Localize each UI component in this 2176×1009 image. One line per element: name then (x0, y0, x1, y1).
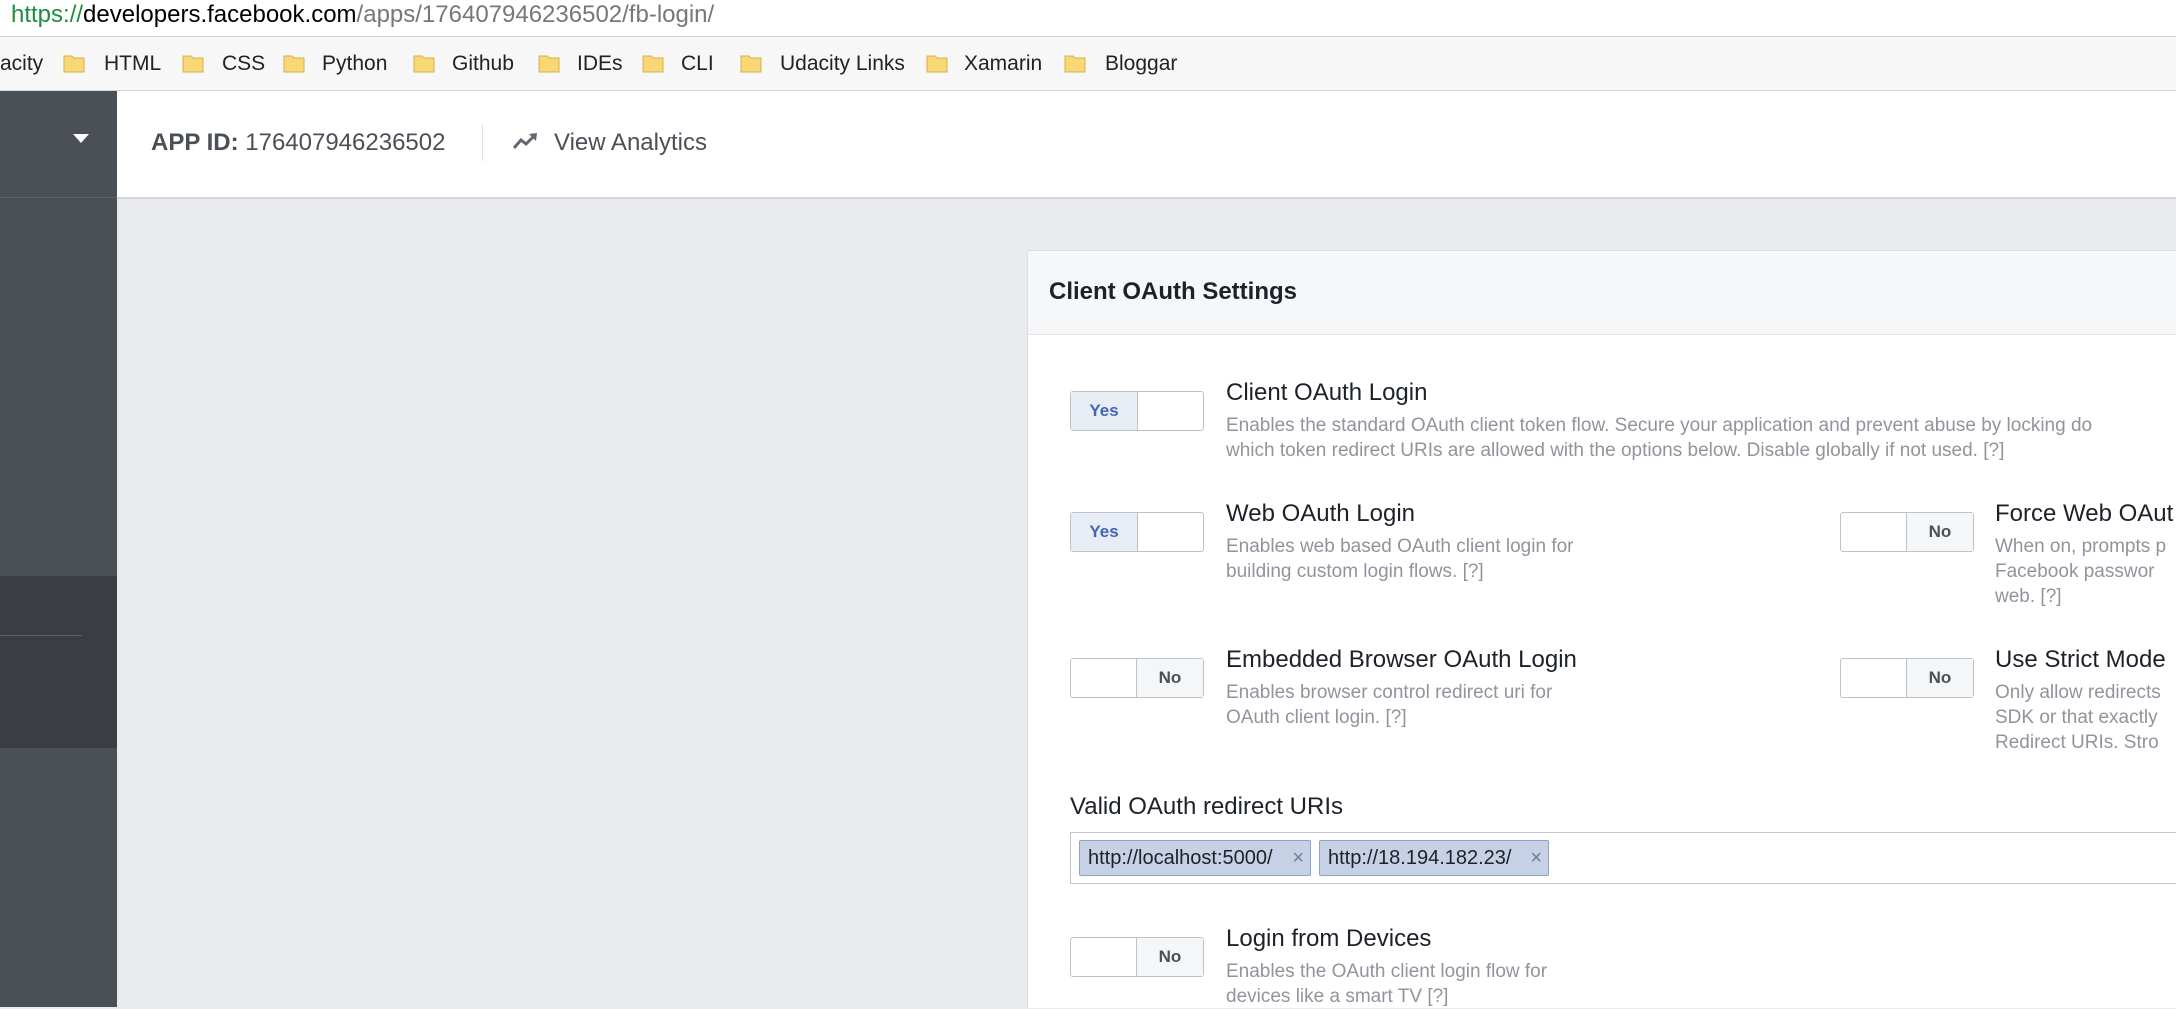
toggle-state: Yes (1071, 392, 1138, 430)
toggle-state: No (1136, 938, 1203, 976)
bookmark-python[interactable]: Python (322, 51, 387, 77)
url-scheme: https:// (11, 1, 84, 28)
toggle-state: No (1906, 659, 1973, 697)
trending-up-icon[interactable] (512, 131, 538, 156)
option-description: SDK or that exactly (1995, 707, 2158, 728)
option-description: devices like a smart TV [?] (1226, 986, 1449, 1007)
folder-icon (182, 52, 204, 74)
url-host: developers.facebook.com (83, 1, 357, 28)
option-title: Web OAuth Login (1226, 500, 1416, 527)
strict-mode-toggle[interactable]: No (1840, 658, 1974, 698)
web-oauth-login-toggle[interactable]: Yes (1070, 512, 1204, 552)
uri-token[interactable]: http://18.194.182.23/ × (1319, 840, 1549, 876)
option-title: Use Strict Mode (1995, 646, 2166, 673)
folder-icon (926, 52, 948, 74)
uri-token-text: http://localhost:5000/ (1088, 847, 1273, 869)
folder-icon (413, 52, 435, 74)
option-description: Enables the OAuth client login flow for (1226, 961, 1548, 982)
toggle-state: Yes (1071, 513, 1138, 551)
app-id-label: APP ID: (151, 129, 239, 156)
option-description: Redirect URIs. Stro (1995, 732, 2159, 753)
option-title: Force Web OAut (1995, 500, 2174, 527)
toggle-state: No (1906, 513, 1973, 551)
app-switcher[interactable] (0, 91, 117, 198)
app-header: APP ID: 176407946236502 View Analytics (117, 91, 2176, 199)
force-web-oauth-toggle[interactable]: No (1840, 512, 1974, 552)
option-description: web. [?] (1995, 586, 2062, 607)
redirect-uris-label: Valid OAuth redirect URIs (1070, 793, 1343, 820)
embedded-browser-oauth-toggle[interactable]: No (1070, 658, 1204, 698)
app-id: APP ID: 176407946236502 (151, 129, 445, 157)
option-description: Enables browser control redirect uri for (1226, 682, 1553, 703)
folder-icon (283, 52, 305, 74)
redirect-uris-input[interactable]: http://localhost:5000/ × http://18.194.1… (1070, 832, 2176, 884)
remove-icon[interactable]: × (1530, 841, 1542, 875)
bookmark-html[interactable]: HTML (104, 51, 161, 77)
sidebar (0, 91, 117, 1007)
option-title: Login from Devices (1226, 925, 1432, 952)
uri-token[interactable]: http://localhost:5000/ × (1079, 840, 1311, 876)
bookmark-udacity-links[interactable]: Udacity Links (780, 51, 905, 77)
folder-icon (740, 52, 762, 74)
toggle-state: No (1136, 659, 1203, 697)
bookmark-xamarin[interactable]: Xamarin (964, 51, 1042, 77)
folder-icon (63, 52, 85, 74)
option-description: Enables the standard OAuth client token … (1226, 415, 2093, 436)
option-description: When on, prompts p (1995, 536, 2167, 557)
login-from-devices-toggle[interactable]: No (1070, 937, 1204, 977)
caret-down-icon[interactable] (73, 134, 89, 143)
bookmark-bloggar[interactable]: Bloggar (1105, 51, 1177, 77)
folder-icon (1064, 52, 1086, 74)
card-title: Client OAuth Settings (1049, 278, 1297, 305)
option-description: Enables web based OAuth client login for (1226, 536, 1574, 557)
app-id-value: 176407946236502 (245, 129, 446, 156)
option-description: OAuth client login. [?] (1226, 707, 1407, 728)
option-title: Embedded Browser OAuth Login (1226, 646, 1577, 673)
folder-icon (538, 52, 560, 74)
option-description: which token redirect URIs are allowed wi… (1226, 440, 2005, 461)
address-bar[interactable]: https://developers.facebook.com/apps/176… (0, 0, 2176, 37)
url-path: /apps/176407946236502/fb-login/ (356, 1, 715, 28)
bookmark-css[interactable]: CSS (222, 51, 265, 77)
option-description: building custom login flows. [?] (1226, 561, 1484, 582)
sidebar-active-section[interactable] (0, 576, 117, 748)
client-oauth-settings-card: Client OAuth Settings Yes Client OAuth L… (1027, 250, 2176, 1008)
folder-icon (642, 52, 664, 74)
bookmark-ides[interactable]: IDEs (577, 51, 623, 77)
option-description: Only allow redirects (1995, 682, 2161, 703)
url-text[interactable]: https://developers.facebook.com/apps/176… (11, 0, 714, 30)
header-separator (482, 125, 483, 161)
remove-icon[interactable]: × (1292, 841, 1304, 875)
bookmarks-bar: acity HTML CSS Python Github IDEs CLI Ud… (0, 37, 2176, 91)
bookmark-github[interactable]: Github (452, 51, 514, 77)
bookmark-udacity[interactable]: acity (0, 51, 43, 77)
uri-token-text: http://18.194.182.23/ (1328, 847, 1512, 869)
client-oauth-login-toggle[interactable]: Yes (1070, 391, 1204, 431)
bookmark-cli[interactable]: CLI (681, 51, 714, 77)
option-description: Facebook passwor (1995, 561, 2155, 582)
option-title: Client OAuth Login (1226, 379, 1428, 406)
card-header: Client OAuth Settings (1028, 251, 2176, 335)
sidebar-divider (0, 635, 82, 636)
view-analytics-link[interactable]: View Analytics (554, 129, 707, 157)
